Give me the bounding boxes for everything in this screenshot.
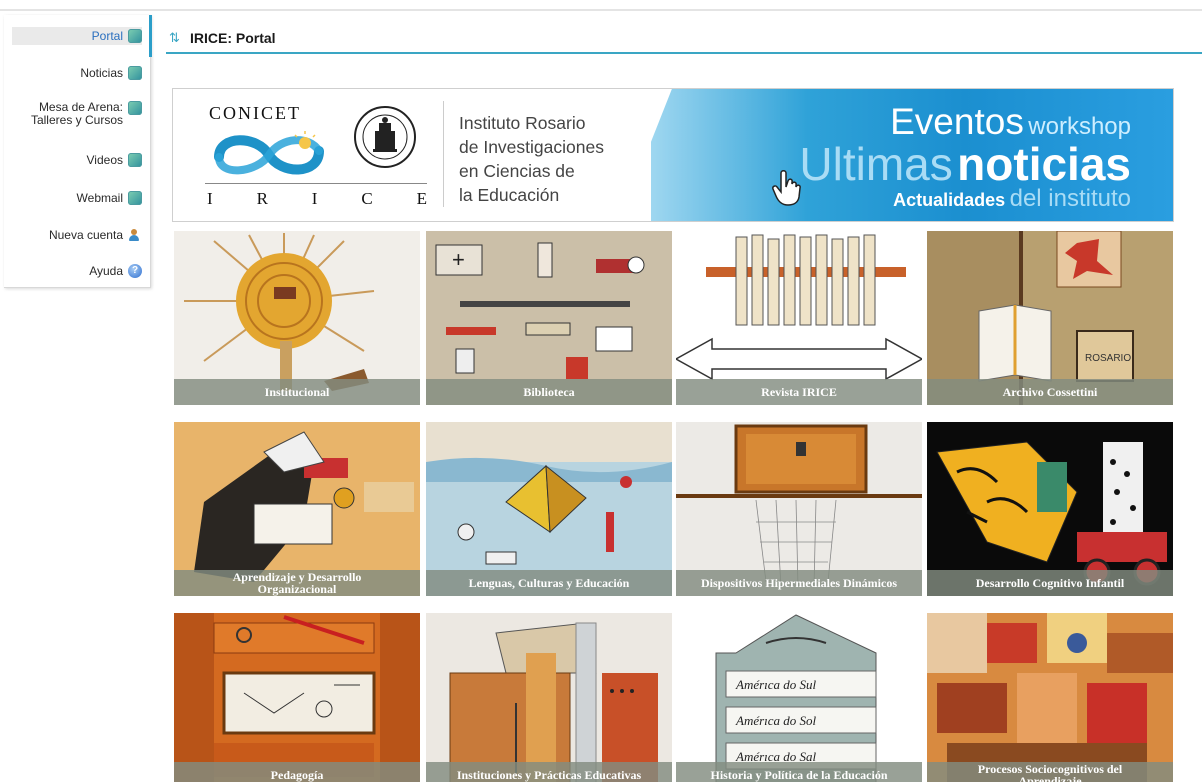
tile-caption: Procesos Sociocognitivos del Aprendizaje xyxy=(927,762,1173,782)
banner-news-line: Ultimas noticias xyxy=(799,137,1131,191)
sidebar-item-label: Nueva cuenta xyxy=(48,227,123,242)
conicet-logo-text: CONICET xyxy=(209,103,301,123)
svg-text:ROSARIO: ROSARIO xyxy=(1085,353,1131,364)
logo-letter: R xyxy=(256,189,268,208)
tile-caption: Historia y Política de la Educación xyxy=(676,762,922,782)
tile-caption: Institucional xyxy=(174,379,420,405)
svg-text:Amérıca do Sol: Amérıca do Sol xyxy=(735,713,817,728)
banner-updates-line: Actualidades del instituto xyxy=(893,185,1131,213)
logo-divider xyxy=(205,183,427,184)
ultimas-text: Ultimas xyxy=(799,138,953,190)
tile-historia[interactable]: Amérıca do Sul Amérıca do Sol Amérıca do… xyxy=(676,613,922,782)
sidebar-item-label: Ayuda xyxy=(89,263,123,278)
tile-archivo-cossettini[interactable]: ROSARIO Archivo Cossettini xyxy=(927,231,1173,405)
sidebar-item-videos[interactable]: Videos xyxy=(87,153,142,167)
flag-artwork-image: Amérıca do Sul Amérıca do Sol Amérıca do… xyxy=(676,613,922,782)
tile-caption: Pedagogía xyxy=(174,762,420,782)
sidebar-item-portal[interactable]: Portal xyxy=(11,27,142,45)
mail-icon xyxy=(128,191,142,205)
tile-instituciones[interactable]: Instituciones y Prácticas Educativas xyxy=(426,613,672,782)
hand-cursor-icon xyxy=(772,170,801,206)
tile-caption: Archivo Cossettini xyxy=(927,379,1173,405)
news-icon xyxy=(128,66,142,80)
institute-name: Instituto Rosario de Investigaciones en … xyxy=(459,111,604,207)
tile-pedagogia[interactable]: Pedagogía xyxy=(174,613,420,782)
sidebar-item-label: Noticias xyxy=(80,65,123,80)
actualidades-text: Actualidades xyxy=(893,190,1006,210)
university-seal-icon xyxy=(354,106,416,168)
wood-blocks-artwork-image xyxy=(426,613,672,782)
tile-aprendizaje[interactable]: Aprendizaje y Desarrollo Organizacional xyxy=(174,422,420,596)
sidebar-item-noticias[interactable]: Noticias xyxy=(80,66,142,80)
patchwork-artwork-image xyxy=(927,613,1173,782)
logo-letter: I xyxy=(311,189,318,208)
sidebar-item-nueva-cuenta[interactable]: Nueva cuenta xyxy=(49,228,142,242)
logo-letter: E xyxy=(416,189,427,208)
top-border xyxy=(0,0,1202,11)
infinity-logo-icon xyxy=(214,131,324,175)
logo-letter: C xyxy=(361,189,373,208)
sidebar-item-label: Portal xyxy=(91,28,123,43)
institute-name-line: la Educación xyxy=(459,185,560,205)
tile-caption: Aprendizaje y Desarrollo Organizacional xyxy=(174,570,420,596)
sidebar-item-mesa-de-arena[interactable]: Mesa de Arena: Talleres y Cursos xyxy=(31,101,142,127)
tile-caption: Revista IRICE xyxy=(676,379,922,405)
portal-icon xyxy=(128,29,142,43)
tile-institucional[interactable]: Institucional xyxy=(174,231,420,405)
active-indicator xyxy=(149,15,152,57)
wood-artwork-image xyxy=(174,613,420,782)
tile-caption: Desarrollo Cognitivo Infantil xyxy=(927,570,1173,596)
tile-dispositivos[interactable]: Dispositivos Hipermediales Dinámicos xyxy=(676,422,922,596)
sidebar-item-label-line2: Talleres y Cursos xyxy=(30,113,123,127)
tile-desarrollo-cognitivo[interactable]: Desarrollo Cognitivo Infantil xyxy=(927,422,1173,596)
tile-lenguas[interactable]: Lenguas, Culturas y Educación xyxy=(426,422,672,596)
noticias-text: noticias xyxy=(957,138,1131,190)
events-text: Eventos xyxy=(890,101,1024,142)
user-add-icon xyxy=(128,228,142,242)
tile-caption: Biblioteca xyxy=(426,379,672,405)
sidebar-item-label: Mesa de Arena: Talleres y Cursos xyxy=(31,101,123,127)
refresh-icon[interactable]: ⇅ xyxy=(169,30,180,46)
tile-caption: Dispositivos Hipermediales Dinámicos xyxy=(676,570,922,596)
sidebar-item-ayuda[interactable]: Ayuda xyxy=(89,264,142,278)
help-icon xyxy=(128,264,142,278)
del-instituto-text: del instituto xyxy=(1009,185,1131,212)
workshop-icon xyxy=(128,101,142,115)
tile-procesos[interactable]: Procesos Sociocognitivos del Aprendizaje xyxy=(927,613,1173,782)
page-header: ⇅ IRICE: Portal xyxy=(166,28,1202,54)
tile-caption: Lenguas, Culturas y Educación xyxy=(426,570,672,596)
tile-revista-irice[interactable]: Revista IRICE xyxy=(676,231,922,405)
page-title: IRICE: Portal xyxy=(190,30,276,46)
svg-text:+: + xyxy=(452,247,465,272)
institute-name-line: en Ciencias de xyxy=(459,161,575,181)
institute-name-line: de Investigaciones xyxy=(459,137,604,157)
workshop-text: workshop xyxy=(1028,113,1131,140)
tile-biblioteca[interactable]: + Biblioteca xyxy=(426,231,672,405)
irice-logo-text: I R I C E xyxy=(207,189,427,209)
sidebar-item-label: Videos xyxy=(86,152,123,167)
svg-text:Amérıca do Sul: Amérıca do Sul xyxy=(735,677,817,692)
banner-divider xyxy=(443,101,444,207)
sidebar-nav: Portal Noticias Mesa de Arena: Talleres … xyxy=(4,15,152,288)
header-banner[interactable]: CONICET I R I C E Instituto Rosario de I… xyxy=(172,88,1174,222)
logo-letter: I xyxy=(207,189,213,208)
video-icon xyxy=(128,153,142,167)
sidebar-item-label: Webmail xyxy=(76,190,123,205)
institute-name-line: Instituto Rosario xyxy=(459,113,586,133)
tile-caption: Instituciones y Prácticas Educativas xyxy=(426,762,672,782)
sidebar-item-webmail[interactable]: Webmail xyxy=(77,191,142,205)
